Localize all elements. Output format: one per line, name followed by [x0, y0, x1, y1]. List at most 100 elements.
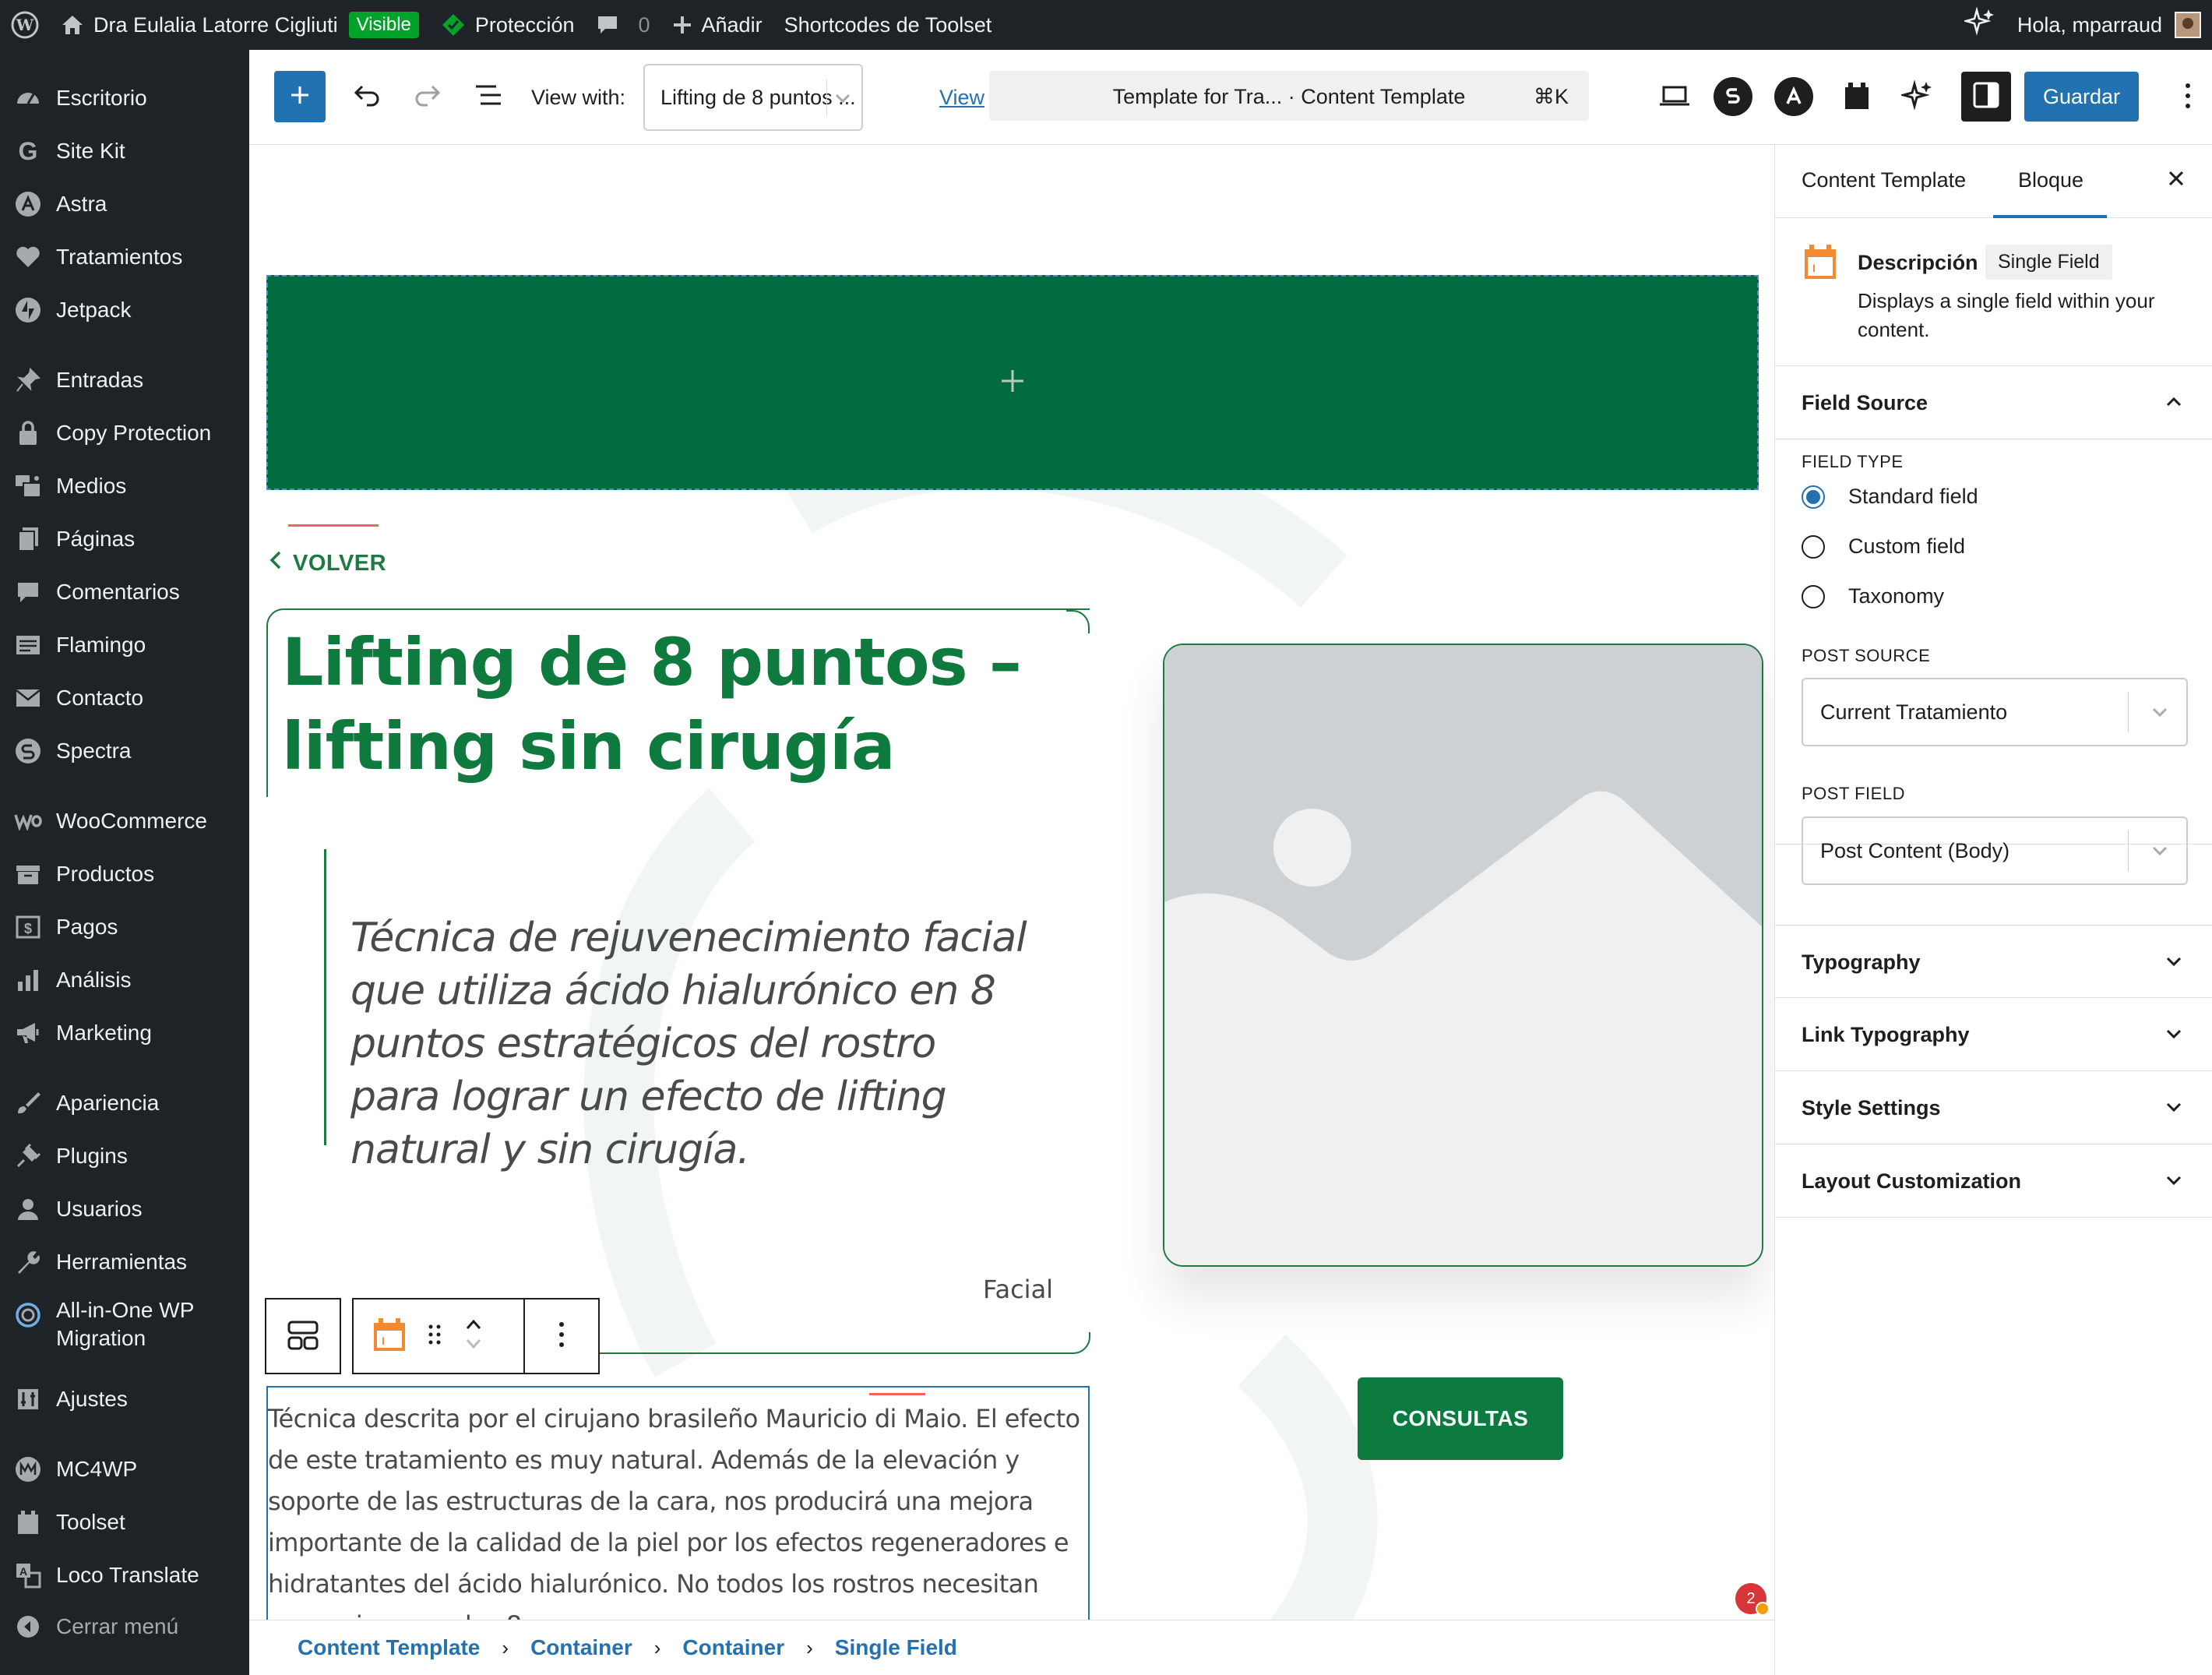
sidebar-item-medios[interactable]: Medios — [0, 464, 249, 508]
sidebar-item-herramientas[interactable]: Herramientas — [0, 1240, 249, 1284]
sidebar-item-woocommerce[interactable]: WooCommerce — [0, 799, 249, 843]
collapse-menu-button[interactable]: Cerrar menú — [0, 1605, 249, 1649]
woocommerce-icon — [12, 806, 44, 837]
bar-chart-icon — [12, 964, 44, 996]
sidebar-item-site-kit[interactable]: G Site Kit — [0, 129, 249, 173]
options-menu-button[interactable] — [2168, 76, 2207, 119]
device-preview-button[interactable] — [1653, 76, 1696, 119]
sidebar-item-comentarios[interactable]: Comentarios — [0, 570, 249, 614]
panel-link-typography-toggle[interactable]: Link Typography — [1775, 998, 2212, 1071]
astra-settings-button[interactable] — [1774, 77, 1813, 116]
sidebar-item-mc4wp[interactable]: MC4WP — [0, 1448, 249, 1491]
sidebar-item-spectra[interactable]: Spectra — [0, 729, 249, 773]
sidebar-item-apariencia[interactable]: Apariencia — [0, 1081, 249, 1125]
redo-button[interactable] — [407, 76, 449, 118]
radio-taxonomy[interactable]: Taxonomy — [1802, 584, 1944, 608]
sidebar-item-plugins[interactable]: Plugins — [0, 1134, 249, 1178]
add-block-plus-icon[interactable] — [999, 367, 1027, 399]
comments-link[interactable]: 0 — [585, 0, 660, 50]
undo-icon — [353, 83, 381, 111]
sidebar-item-paginas[interactable]: Páginas — [0, 517, 249, 561]
panel-layout-customization-toggle[interactable]: Layout Customization — [1775, 1144, 2212, 1218]
ai-sparkle-button[interactable] — [1953, 0, 2006, 50]
add-new-menu[interactable]: Añadir — [661, 0, 773, 50]
document-overview-button[interactable] — [467, 76, 509, 118]
sidebar-item-pagos[interactable]: $ Pagos — [0, 905, 249, 949]
chevron-down-icon[interactable] — [464, 1336, 483, 1356]
single-field-block[interactable]: Técnica descrita por el cirujano brasile… — [266, 1386, 1090, 1620]
sidebar-item-label: Loco Translate — [56, 1563, 199, 1587]
tab-bloque[interactable]: Bloque — [2018, 168, 2083, 192]
site-name-link[interactable]: Dra Eulalia Latorre Cigliuti Visible — [50, 0, 430, 50]
settings-sidebar-toggle[interactable] — [1961, 72, 2011, 122]
drag-handle-icon[interactable] — [427, 1323, 442, 1350]
site-name: Dra Eulalia Latorre Cigliuti — [93, 12, 338, 37]
radio-standard-field[interactable]: Standard field — [1802, 485, 1978, 509]
sidebar-item-loco-translate[interactable]: A Loco Translate — [0, 1553, 249, 1597]
panel-title: Style Settings — [1802, 1096, 1941, 1120]
view-link[interactable]: View — [939, 86, 984, 110]
sidebar-item-marketing[interactable]: Marketing — [0, 1011, 249, 1055]
sidebar-item-ajustes[interactable]: Ajustes — [0, 1377, 249, 1421]
panel-style-settings-toggle[interactable]: Style Settings — [1775, 1071, 2212, 1144]
breadcrumb-item[interactable]: Content Template — [298, 1635, 480, 1660]
sidebar-item-entradas[interactable]: Entradas — [0, 358, 249, 402]
command-palette-button[interactable]: Template for Tra... · Content Template ⌘… — [989, 71, 1589, 121]
sidebar-item-label-line2: Migration — [56, 1326, 146, 1350]
close-icon[interactable] — [2164, 167, 2188, 194]
consultas-button[interactable]: CONSULTAS — [1358, 1377, 1563, 1460]
radio-custom-field[interactable]: Custom field — [1802, 534, 1965, 559]
sidebar-item-productos[interactable]: Productos — [0, 852, 249, 896]
sidebar-item-contacto[interactable]: Contacto — [0, 676, 249, 720]
panel-field-source-toggle[interactable]: Field Source — [1775, 366, 2212, 439]
post-title[interactable]: Lifting de 8 puntos – lifting sin cirugí… — [282, 620, 1092, 788]
undo-button[interactable] — [346, 76, 388, 118]
chevron-up-icon[interactable] — [464, 1317, 483, 1336]
notification-badge[interactable]: 2 — [1735, 1583, 1770, 1616]
sidebar-item-toolset[interactable]: Toolset — [0, 1500, 249, 1544]
breadcrumb-item[interactable]: Container — [682, 1635, 784, 1660]
sidebar-item-label: Copy Protection — [56, 421, 212, 445]
sidebar-item-astra[interactable]: Astra — [0, 182, 249, 226]
wordpress-logo-icon[interactable]: W — [0, 0, 50, 50]
sidebar-item-tratamientos[interactable]: Tratamientos — [0, 235, 249, 279]
sidebar-item-escritorio[interactable]: Escritorio — [0, 76, 249, 120]
sidebar-item-all-in-one-wp-migration[interactable]: All-in-One WP Migration — [0, 1293, 249, 1356]
header-container-block[interactable] — [266, 275, 1759, 490]
post-excerpt[interactable]: Técnica de rejuvenecimiento facial que u… — [350, 912, 1036, 1176]
save-button[interactable]: Guardar — [2024, 72, 2139, 122]
tab-content-template[interactable]: Content Template — [1802, 168, 1966, 192]
breadcrumb-item[interactable]: Container — [530, 1635, 632, 1660]
sidebar-item-usuarios[interactable]: Usuarios — [0, 1187, 249, 1231]
post-field-select[interactable]: Post Content (Body) — [1802, 816, 2188, 885]
block-options-button[interactable] — [523, 1298, 600, 1374]
shortcodes-menu[interactable]: Shortcodes de Toolset — [773, 0, 1003, 50]
spectra-button[interactable] — [1714, 77, 1752, 116]
sidebar-item-analisis[interactable]: Análisis — [0, 958, 249, 1002]
back-link[interactable]: VOLVER — [269, 550, 386, 577]
sidebar-item-flamingo[interactable]: Flamingo — [0, 623, 249, 667]
ai-assistant-button[interactable] — [1896, 76, 1939, 119]
panel-typography-toggle[interactable]: Typography — [1775, 925, 2212, 998]
sidebar-item-copy-protection[interactable]: Copy Protection — [0, 411, 249, 455]
move-up-down-control[interactable] — [464, 1317, 483, 1356]
collapse-menu-label: Cerrar menú — [56, 1614, 179, 1638]
spectra-icon — [12, 735, 44, 767]
featured-image-placeholder[interactable] — [1163, 644, 1763, 1267]
toolset-button[interactable] — [1835, 76, 1879, 119]
block-inserter-button[interactable] — [274, 71, 326, 122]
account-menu[interactable]: Hola, mparraud — [2006, 0, 2212, 50]
sidebar-item-label: Spectra — [56, 739, 132, 763]
view-with-select[interactable]: Lifting de 8 puntos ... — [643, 64, 863, 131]
sidebar-item-jetpack[interactable]: Jetpack — [0, 288, 249, 332]
parent-block-button[interactable] — [265, 1298, 341, 1374]
sidebar-item-label: Tratamientos — [56, 245, 183, 269]
category-term[interactable]: Facial — [983, 1275, 1053, 1304]
post-source-select[interactable]: Current Tratamiento — [1802, 678, 2188, 746]
protection-menu[interactable]: Protección — [430, 0, 586, 50]
sidebar-item-label: Ajustes — [56, 1387, 128, 1411]
single-field-block-icon[interactable]: I — [372, 1317, 407, 1356]
wrench-icon — [12, 1247, 44, 1278]
post-content-text[interactable]: Técnica descrita por el cirujano brasile… — [268, 1398, 1091, 1620]
mc4wp-icon — [12, 1454, 44, 1485]
